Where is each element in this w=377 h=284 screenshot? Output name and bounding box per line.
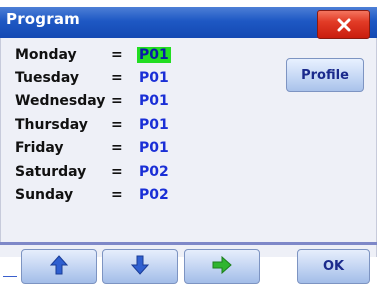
equals-sign: = [111, 47, 123, 63]
day-label: Thursday [15, 117, 88, 133]
profile-button[interactable]: Profile [286, 58, 364, 92]
arrow-right-icon [212, 255, 232, 278]
program-value[interactable]: P01 [137, 93, 171, 109]
day-label: Friday [15, 140, 64, 156]
program-value[interactable]: P01 [137, 140, 171, 156]
day-label: Wednesday [15, 93, 106, 109]
equals-sign: = [111, 164, 123, 180]
window-bottom-edge [0, 245, 10, 257]
divider-line [3, 276, 17, 277]
program-value[interactable]: P02 [137, 187, 171, 203]
equals-sign: = [111, 70, 123, 86]
equals-sign: = [111, 187, 123, 203]
day-label: Tuesday [15, 70, 79, 86]
next-button[interactable] [184, 249, 260, 284]
close-x-icon [337, 18, 351, 32]
day-label: Sunday [15, 187, 74, 203]
program-value-selected[interactable]: P01 [137, 47, 171, 63]
arrow-down-icon [130, 255, 150, 279]
equals-sign: = [111, 93, 123, 109]
day-label: Saturday [15, 164, 87, 180]
scroll-down-button[interactable] [102, 249, 178, 284]
day-label: Monday [15, 47, 77, 63]
program-value[interactable]: P02 [137, 164, 171, 180]
program-value[interactable]: P01 [137, 117, 171, 133]
bottom-divider [0, 242, 377, 245]
close-button[interactable] [317, 10, 370, 39]
ok-button[interactable]: OK [297, 249, 370, 284]
scroll-up-button[interactable] [21, 249, 97, 284]
window-title: Program [6, 10, 80, 28]
program-value[interactable]: P01 [137, 70, 171, 86]
equals-sign: = [111, 140, 123, 156]
arrow-up-icon [49, 254, 69, 279]
equals-sign: = [111, 117, 123, 133]
ok-label: OK [322, 259, 345, 274]
